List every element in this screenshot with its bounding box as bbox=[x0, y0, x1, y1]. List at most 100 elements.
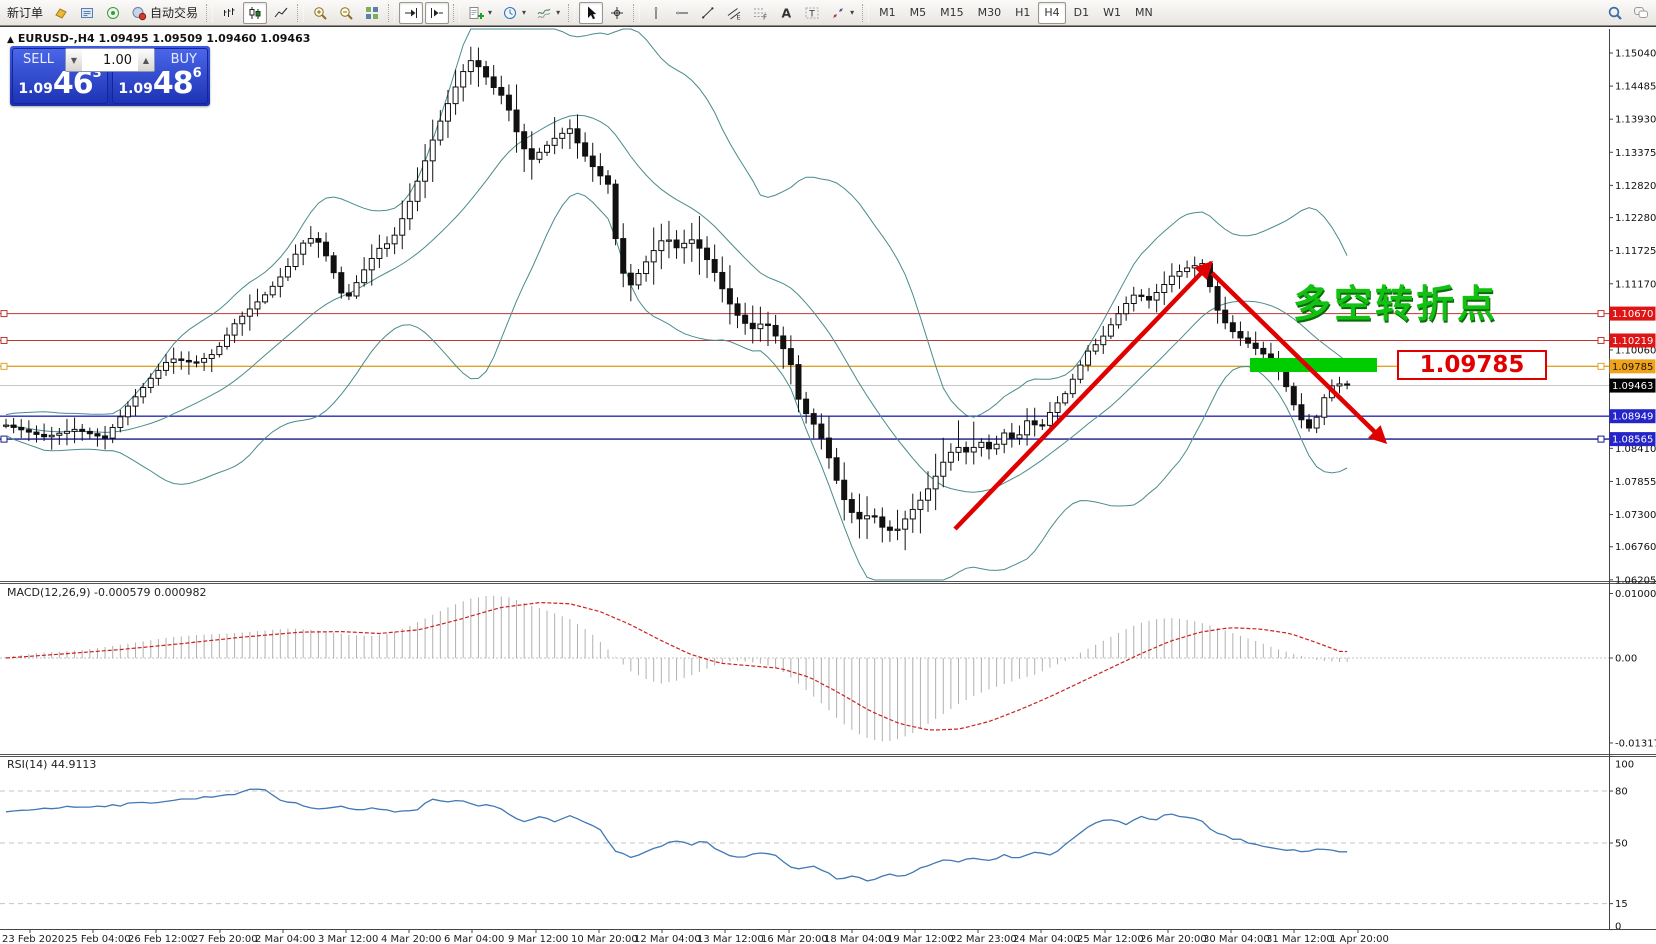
chart-window: 1.150401.144851.139301.133751.128201.122… bbox=[0, 26, 1656, 944]
svg-text:1.13930: 1.13930 bbox=[1615, 115, 1656, 126]
svg-text:1.12820: 1.12820 bbox=[1615, 181, 1656, 192]
toolbar-separator bbox=[633, 4, 640, 22]
toolbar-separator bbox=[568, 4, 575, 22]
timeframe-h4-button[interactable]: H4 bbox=[1038, 2, 1065, 24]
horizontal-line-button[interactable] bbox=[670, 2, 694, 24]
arrows-button[interactable]: ▾ bbox=[826, 2, 858, 24]
chart-shift-icon bbox=[429, 5, 445, 21]
timeframe-m30-button[interactable]: M30 bbox=[972, 2, 1008, 24]
turning-point-annotation[interactable]: 多空转折点 bbox=[1293, 273, 1498, 328]
autotrade-icon bbox=[131, 5, 147, 21]
svg-text:27 Feb 20:00: 27 Feb 20:00 bbox=[192, 934, 258, 944]
timeframe-m5-button[interactable]: M5 bbox=[904, 2, 933, 24]
periods-button[interactable]: ▾ bbox=[498, 2, 530, 24]
fibonacci-button[interactable]: F bbox=[748, 2, 772, 24]
svg-text:0.010002: 0.010002 bbox=[1615, 589, 1656, 600]
line-chart-button[interactable] bbox=[269, 2, 293, 24]
signal-icon bbox=[105, 5, 121, 21]
zoom-out-button[interactable] bbox=[334, 2, 358, 24]
svg-text:1.06205: 1.06205 bbox=[1615, 575, 1656, 586]
volume-input[interactable]: 1.00 bbox=[82, 49, 138, 71]
arrows-icon bbox=[830, 5, 846, 21]
timeframe-mn-button[interactable]: MN bbox=[1129, 2, 1159, 24]
bar-chart-button[interactable] bbox=[217, 2, 241, 24]
timeframe-m15-button[interactable]: M15 bbox=[934, 2, 970, 24]
svg-text:3 Mar 12:00: 3 Mar 12:00 bbox=[318, 934, 378, 944]
indicators-icon bbox=[468, 5, 484, 21]
auto-scroll-icon bbox=[403, 5, 419, 21]
new-order-button[interactable]: 新订单 bbox=[3, 2, 47, 24]
svg-text:15: 15 bbox=[1615, 899, 1628, 910]
indicators-button[interactable]: ▾ bbox=[464, 2, 496, 24]
candle-chart-button[interactable] bbox=[243, 2, 267, 24]
timeframe-d1-button[interactable]: D1 bbox=[1068, 2, 1095, 24]
toolbar-separator bbox=[206, 4, 213, 22]
chat-button[interactable] bbox=[1629, 2, 1653, 24]
svg-text:1.07855: 1.07855 bbox=[1615, 477, 1656, 488]
mt4-terminal: 新订单自动交易▾▾▾EFAT▾M1M5M15M30H1H4D1W1MN 1.15… bbox=[0, 0, 1656, 944]
crosshair-button[interactable] bbox=[605, 2, 629, 24]
svg-text:22 Mar 23:00: 22 Mar 23:00 bbox=[950, 934, 1017, 944]
toolbar-separator bbox=[388, 4, 395, 22]
auto-trading-button-label: 自动交易 bbox=[150, 4, 198, 21]
toolbar-separator bbox=[862, 4, 869, 22]
svg-text:0: 0 bbox=[1615, 922, 1621, 933]
crosshair-icon bbox=[609, 5, 625, 21]
text-label-button[interactable]: T bbox=[800, 2, 824, 24]
macd-indicator-label: MACD(12,26,9) -0.000579 0.000982 bbox=[7, 586, 206, 599]
periods-icon bbox=[502, 5, 518, 21]
svg-text:1.11170: 1.11170 bbox=[1615, 279, 1656, 290]
text-icon: A bbox=[778, 5, 794, 21]
svg-text:24 Mar 04:00: 24 Mar 04:00 bbox=[1013, 934, 1080, 944]
svg-text:E: E bbox=[737, 13, 741, 21]
svg-text:50: 50 bbox=[1615, 839, 1628, 850]
templates-button[interactable]: ▾ bbox=[532, 2, 564, 24]
svg-text:12 Mar 04:00: 12 Mar 04:00 bbox=[634, 934, 701, 944]
volume-increase-button[interactable]: ▲ bbox=[138, 49, 154, 71]
zoom-in-button[interactable] bbox=[308, 2, 332, 24]
auto-trading-button[interactable]: 自动交易 bbox=[127, 2, 202, 24]
chart-canvas[interactable]: 1.150401.144851.139301.133751.128201.122… bbox=[0, 27, 1656, 944]
channel-button[interactable]: E bbox=[722, 2, 746, 24]
volume-control: ▼ 1.00 ▲ bbox=[65, 48, 155, 72]
timeframe-w1-button[interactable]: W1 bbox=[1097, 2, 1127, 24]
timeframe-m1-button[interactable]: M1 bbox=[873, 2, 902, 24]
svg-text:4 Mar 20:00: 4 Mar 20:00 bbox=[381, 934, 441, 944]
svg-text:1.07300: 1.07300 bbox=[1615, 510, 1656, 521]
svg-text:1.14485: 1.14485 bbox=[1615, 82, 1656, 93]
trendline-button[interactable] bbox=[696, 2, 720, 24]
price-callout-label[interactable]: 1.09785 bbox=[1397, 350, 1547, 380]
gold-bar-icon bbox=[53, 5, 69, 21]
timeframe-h1-button[interactable]: H1 bbox=[1009, 2, 1036, 24]
chart-shift-button[interactable] bbox=[425, 2, 449, 24]
buy-label: BUY bbox=[171, 52, 197, 67]
svg-text:31 Mar 12:00: 31 Mar 12:00 bbox=[1266, 934, 1333, 944]
trendline-icon bbox=[700, 5, 716, 21]
tile-windows-button[interactable] bbox=[360, 2, 384, 24]
auto-scroll-button[interactable] bbox=[399, 2, 423, 24]
one-click-trading-panel: SELL 1.09463 BUY 1.09486 ▼ 1.00 ▲ bbox=[10, 46, 210, 106]
fibo-icon: F bbox=[752, 5, 768, 21]
search-button[interactable] bbox=[1603, 2, 1627, 24]
svg-text:100: 100 bbox=[1615, 760, 1634, 771]
svg-text:A: A bbox=[782, 5, 792, 20]
symbol-collapse-icon[interactable]: ▲ bbox=[7, 35, 14, 45]
candle-chart-icon bbox=[247, 5, 263, 21]
svg-text:13 Mar 12:00: 13 Mar 12:00 bbox=[697, 934, 764, 944]
svg-text:80: 80 bbox=[1615, 787, 1628, 798]
cursor-button[interactable] bbox=[579, 2, 603, 24]
history-center-button[interactable] bbox=[75, 2, 99, 24]
volume-decrease-button[interactable]: ▼ bbox=[66, 49, 82, 71]
vertical-line-button[interactable] bbox=[644, 2, 668, 24]
signals-button[interactable] bbox=[101, 2, 125, 24]
svg-text:1.13375: 1.13375 bbox=[1615, 148, 1656, 159]
sell-price: 1.09463 bbox=[13, 69, 107, 99]
svg-text:1.10219: 1.10219 bbox=[1612, 336, 1653, 347]
svg-text:9 Mar 12:00: 9 Mar 12:00 bbox=[508, 934, 568, 944]
market-watch-button[interactable] bbox=[49, 2, 73, 24]
dropdown-caret-icon: ▾ bbox=[556, 8, 560, 17]
dropdown-caret-icon: ▾ bbox=[522, 8, 526, 17]
text-button[interactable]: A bbox=[774, 2, 798, 24]
chart-ohlc-values: 1.09495 1.09509 1.09460 1.09463 bbox=[98, 32, 310, 45]
svg-text:6 Mar 04:00: 6 Mar 04:00 bbox=[444, 934, 504, 944]
